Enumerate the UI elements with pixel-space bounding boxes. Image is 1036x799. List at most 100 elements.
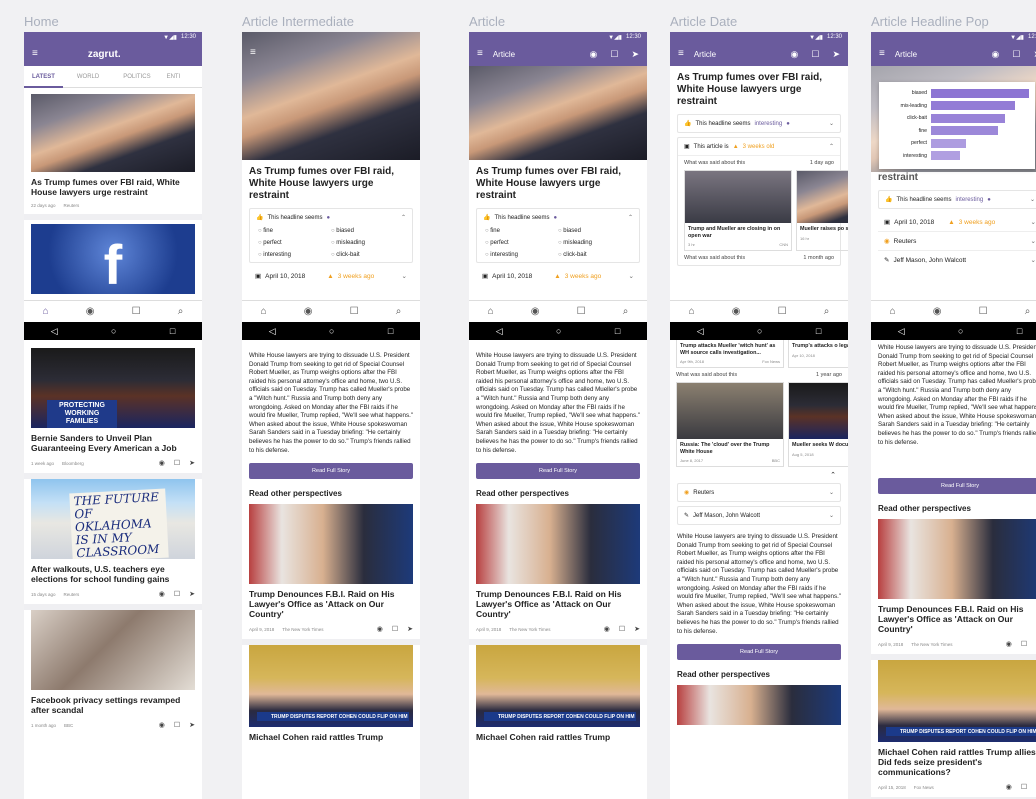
list-item[interactable]: PROTECTING WORKING FAMILIES Bernie Sande…	[24, 348, 202, 479]
timeline-card[interactable]: Trump and Mueller are closing in on open…	[684, 170, 792, 251]
chevron-down-icon[interactable]: ⌄	[829, 120, 834, 127]
eye-icon[interactable]: ◉	[791, 49, 799, 60]
share-icon[interactable]: ➤	[634, 625, 640, 633]
bookmark-icon[interactable]: ☐	[610, 49, 618, 60]
list-item[interactable]: TRUMP DISPUTES REPORT COHEN COULD FLIP O…	[871, 660, 1036, 799]
tab-world[interactable]: WORLD	[63, 74, 107, 80]
eye-icon[interactable]: ◉	[1006, 783, 1012, 791]
tab-latest[interactable]: LATEST	[24, 74, 63, 88]
eye-icon[interactable]: ◉	[732, 306, 741, 317]
list-item[interactable]: f	[24, 224, 202, 304]
rating-option-fine[interactable]: fine	[258, 228, 331, 234]
date-row[interactable]: ▣ April 10, 2018 ▲ 3 weeks ago ⌄	[476, 267, 640, 285]
headline-rating-row[interactable]: 👍 This headline seems interesting ● ⌄	[677, 114, 841, 133]
bookmark-icon[interactable]: ☐	[174, 459, 180, 467]
chevron-down-icon[interactable]: ⌄	[402, 272, 407, 280]
menu-icon[interactable]: ≡	[879, 49, 885, 59]
eye-icon[interactable]: ◉	[531, 306, 540, 317]
home-icon[interactable]: ⌂	[890, 306, 896, 317]
bookmark-icon[interactable]: ☐	[979, 306, 988, 317]
eye-icon[interactable]: ◉	[159, 721, 165, 729]
recents-icon[interactable]: □	[615, 326, 620, 336]
search-icon[interactable]: ⌕	[396, 306, 402, 317]
read-full-story-button[interactable]: Read Full Story	[249, 463, 413, 480]
rating-option-perfect[interactable]: perfect	[258, 240, 331, 246]
eye-icon[interactable]: ◉	[86, 306, 95, 317]
bookmark-icon[interactable]: ☐	[1021, 783, 1027, 791]
search-icon[interactable]: ⌕	[178, 306, 184, 317]
timeline-card[interactable]: Russia: The 'cloud' over the Trump White…	[676, 382, 784, 467]
bookmark-icon[interactable]: ☐	[350, 306, 359, 317]
recents-icon[interactable]: □	[816, 326, 821, 336]
rating-option-fine[interactable]: fine	[485, 228, 558, 234]
chevron-up-icon[interactable]: ⌃	[670, 467, 848, 483]
search-icon[interactable]: ⌕	[824, 306, 830, 317]
menu-icon[interactable]: ≡	[477, 49, 483, 59]
circle-home-icon[interactable]: ○	[556, 326, 561, 336]
chevron-down-icon[interactable]: ⌄	[829, 489, 834, 496]
date-header[interactable]: ▣ This article is ▲ 3 weeks old ⌃	[678, 138, 840, 156]
share-icon[interactable]: ➤	[407, 625, 413, 633]
menu-icon[interactable]: ≡	[250, 48, 256, 58]
home-icon[interactable]: ⌂	[261, 306, 267, 317]
read-full-story-button[interactable]: Read Full Story	[677, 644, 841, 661]
bookmark-icon[interactable]: ☐	[577, 306, 586, 317]
back-icon[interactable]: ◁	[697, 326, 704, 337]
list-item[interactable]: Trump Denounces F.B.I. Raid on His Lawye…	[469, 504, 647, 646]
timeline-card[interactable]: Mueller seeks W documents on F Aug 5, 201…	[788, 382, 848, 467]
chevron-down-icon[interactable]: ⌄	[1031, 256, 1036, 264]
chevron-down-icon[interactable]: ⌄	[1031, 237, 1036, 245]
eye-icon[interactable]: ◉	[590, 49, 598, 60]
back-icon[interactable]: ◁	[898, 326, 905, 337]
read-full-story-button[interactable]: Read Full Story	[476, 463, 640, 480]
back-icon[interactable]: ◁	[496, 326, 503, 337]
rating-option-misleading[interactable]: misleading	[331, 240, 404, 246]
share-icon[interactable]: ➤	[832, 49, 840, 60]
bookmark-icon[interactable]: ☐	[174, 721, 180, 729]
list-item[interactable]: Facebook privacy settings revamped after…	[24, 610, 202, 735]
menu-icon[interactable]: ≡	[32, 49, 38, 59]
tab-politics[interactable]: POLITICS	[107, 74, 158, 80]
author-row[interactable]: ✎ Jeff Mason, John Walcott ⌄	[878, 251, 1036, 269]
rating-option-biased[interactable]: biased	[331, 228, 404, 234]
date-row[interactable]: ▣ April 10, 2018 ▲ 3 weeks ago ⌄	[249, 267, 413, 285]
rating-option-clickbait[interactable]: click-bait	[558, 252, 631, 258]
rating-option-interesting[interactable]: interesting	[258, 252, 331, 258]
chevron-down-icon[interactable]: ⌄	[1031, 218, 1036, 226]
bookmark-icon[interactable]: ☐	[778, 306, 787, 317]
bookmark-icon[interactable]: ☐	[174, 590, 180, 598]
back-icon[interactable]: ◁	[269, 326, 276, 337]
eye-icon[interactable]: ◉	[1006, 640, 1012, 648]
eye-icon[interactable]: ◉	[933, 306, 942, 317]
eye-icon[interactable]: ◉	[604, 625, 610, 633]
circle-home-icon[interactable]: ○	[329, 326, 334, 336]
rating-header[interactable]: 👍 This headline seems ● ⌃	[250, 209, 412, 226]
list-item[interactable]: THE FUTURE OF OKLAHOMA IS IN MY CLASSROO…	[24, 479, 202, 610]
eye-icon[interactable]: ◉	[377, 625, 383, 633]
chevron-down-icon[interactable]: ⌄	[829, 512, 834, 519]
source-row[interactable]: ◉ Reuters ⌄	[878, 232, 1036, 251]
chevron-up-icon[interactable]: ⌃	[628, 214, 633, 221]
home-icon[interactable]: ⌂	[43, 306, 49, 317]
source-row[interactable]: ◉ Reuters ⌄	[677, 483, 841, 502]
rating-header[interactable]: 👍 This headline seems ● ⌃	[477, 209, 639, 226]
menu-icon[interactable]: ≡	[678, 49, 684, 59]
author-row[interactable]: ✎ Jeff Mason, John Walcott ⌄	[677, 506, 841, 525]
bookmark-icon[interactable]: ☐	[811, 49, 819, 60]
read-full-story-button[interactable]: Read Full Story	[878, 478, 1036, 494]
eye-icon[interactable]: ◉	[304, 306, 313, 317]
share-icon[interactable]: ➤	[189, 721, 195, 729]
rating-option-biased[interactable]: biased	[558, 228, 631, 234]
date-row[interactable]: ▣ April 10, 2018 ▲ 3 weeks ago ⌄	[878, 213, 1036, 232]
list-item[interactable]: Trump Denounces F.B.I. Raid on His Lawye…	[242, 504, 420, 646]
rating-option-clickbait[interactable]: click-bait	[331, 252, 404, 258]
rating-option-interesting[interactable]: interesting	[485, 252, 558, 258]
home-icon[interactable]: ⌂	[488, 306, 494, 317]
circle-home-icon[interactable]: ○	[111, 326, 116, 336]
list-item[interactable]: As Trump fumes over FBI raid, White Hous…	[24, 94, 202, 220]
search-icon[interactable]: ⌕	[1025, 306, 1031, 317]
headline-rating-row[interactable]: 👍 This headline seems interesting ● ⌄	[878, 190, 1036, 209]
bookmark-icon[interactable]: ☐	[392, 625, 398, 633]
share-icon[interactable]: ➤	[189, 459, 195, 467]
tab-entertainment[interactable]: ENTI	[159, 74, 189, 80]
